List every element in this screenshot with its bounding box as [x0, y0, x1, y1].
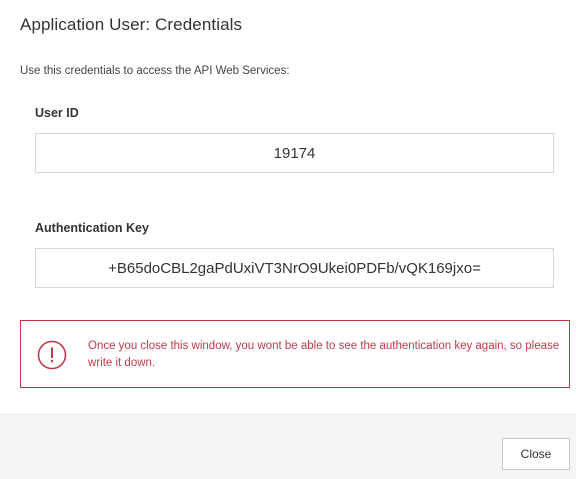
warning-box: Once you close this window, you wont be …	[20, 320, 570, 388]
warning-text: Once you close this window, you wont be …	[88, 340, 560, 369]
auth-key-label: Authentication Key	[35, 221, 149, 235]
exclamation-circle-icon	[37, 340, 67, 370]
auth-key-field[interactable]: +B65doCBL2gaPdUxiVT3NrO9Ukei0PDFb/vQK169…	[35, 248, 554, 288]
user-id-field[interactable]: 19174	[35, 133, 554, 173]
dialog-footer: Close	[0, 413, 576, 479]
intro-text: Use this credentials to access the API W…	[20, 65, 290, 77]
dialog-title: Application User: Credentials	[20, 15, 243, 34]
user-id-label: User ID	[35, 106, 79, 120]
credentials-dialog: Application User: Credentials Use this c…	[0, 0, 576, 479]
close-button[interactable]: Close	[502, 438, 570, 470]
